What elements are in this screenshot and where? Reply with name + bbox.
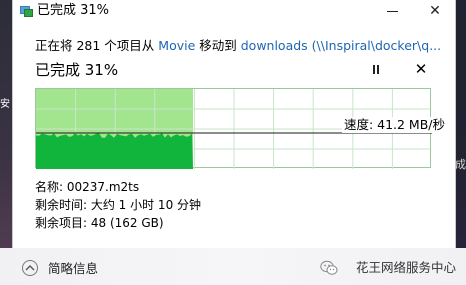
speed-area (36, 133, 193, 169)
source-folder-link[interactable]: Movie (158, 38, 195, 53)
title-bar: 已完成 31% ✕ (13, 0, 455, 22)
minimize-button[interactable] (373, 0, 413, 22)
chevron-up-icon (22, 260, 38, 276)
destination-folder-link[interactable]: downloads (\\Inspiral\docker\q... (241, 38, 441, 53)
copy-progress-dialog: 已完成 31% ✕ 正在将 281 个项目从 Movie 移动到 downloa… (12, 0, 456, 248)
window-close-button[interactable]: ✕ (415, 0, 455, 22)
window-title: 已完成 31% (37, 3, 110, 18)
cancel-transfer-button[interactable]: ✕ (413, 60, 429, 78)
wechat-icon (320, 260, 338, 276)
speed-readout: 速度: 41.2 MB/秒 (341, 117, 447, 133)
less-details-label: 简略信息 (48, 261, 99, 276)
transfer-description: 正在将 281 个项目从 Movie 移动到 downloads (\\Insp… (35, 38, 455, 54)
items-remaining: 剩余项目: 48 (162 GB) (35, 216, 164, 230)
watermark-text: 花王网络服务中心 (355, 260, 456, 275)
pause-icon (373, 65, 375, 74)
transfer-mid: 移动到 (195, 38, 241, 53)
less-details-toggle[interactable]: 简略信息 (22, 260, 172, 278)
background-left: 安 (0, 0, 12, 285)
transfer-prefix: 正在将 281 个项目从 (35, 38, 159, 53)
progress-status: 已完成 31% (35, 61, 119, 79)
background-text-fragment-left: 安 (0, 99, 10, 110)
time-remaining: 剩余时间: 大约 1 小时 10 分钟 (35, 198, 202, 212)
pause-button[interactable] (369, 63, 383, 77)
minimize-icon (387, 11, 398, 12)
current-file-name: 名称: 00237.m2ts (35, 180, 140, 194)
file-transfer-icon (20, 6, 33, 17)
